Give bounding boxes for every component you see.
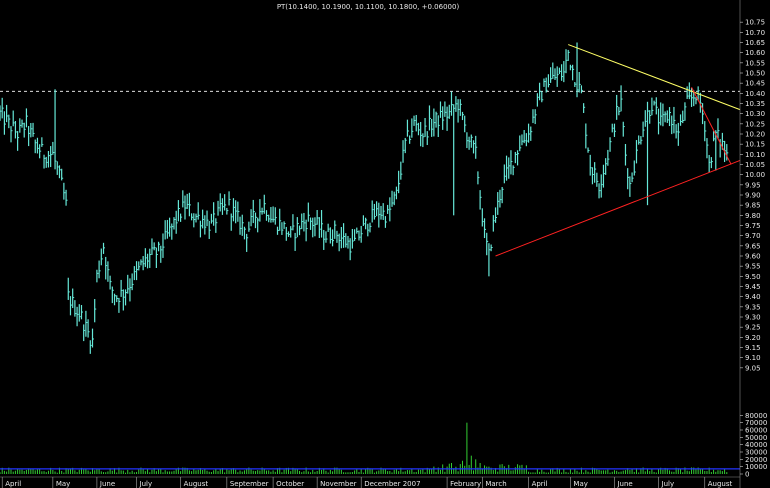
y-tick-label: 9.85	[745, 202, 761, 210]
price-volume-chart: PT(10.1400, 10.1900, 10.1100, 10.1800, +…	[0, 0, 770, 488]
volume-y-axis: 0100002000030000400005000060000700008000…	[740, 412, 767, 479]
x-tick-label: May	[573, 480, 587, 488]
y-tick-label: 9.10	[745, 354, 761, 362]
x-tick-label: May	[56, 480, 70, 488]
volume-tick-label: 60000	[745, 427, 767, 435]
volume-tick-label: 30000	[745, 449, 767, 457]
volume-tick-label: 70000	[745, 419, 767, 427]
y-tick-label: 10.20	[745, 131, 765, 139]
y-tick-label: 10.45	[745, 80, 765, 88]
chart-background	[0, 0, 770, 488]
y-tick-label: 10.30	[745, 110, 765, 118]
volume-tick-label: 20000	[745, 456, 767, 464]
y-tick-label: 10.70	[745, 29, 765, 37]
y-tick-label: 9.75	[745, 222, 761, 230]
y-tick-label: 9.25	[745, 324, 761, 332]
x-tick-label: July	[139, 480, 153, 488]
y-tick-label: 10.75	[745, 19, 765, 27]
y-tick-label: 9.90	[745, 192, 761, 200]
y-tick-label: 10.05	[745, 161, 765, 169]
y-tick-label: 10.00	[745, 171, 765, 179]
x-tick-label: March	[485, 480, 506, 488]
x-tick-label: June	[99, 480, 115, 488]
y-tick-label: 9.65	[745, 242, 761, 250]
x-tick-label: November	[320, 480, 357, 488]
volume-tick-label: 0	[745, 471, 749, 479]
y-tick-label: 9.30	[745, 314, 761, 322]
y-tick-label: 10.25	[745, 120, 765, 128]
y-tick-label: 9.80	[745, 212, 761, 220]
y-tick-label: 9.55	[745, 263, 761, 271]
y-tick-label: 9.05	[745, 364, 761, 372]
x-tick-label: June	[616, 480, 632, 488]
y-tick-label: 9.20	[745, 334, 761, 342]
chart-container: PT(10.1400, 10.1900, 10.1100, 10.1800, +…	[0, 0, 770, 488]
x-tick-label: September	[230, 480, 269, 488]
x-tick-label: August	[708, 480, 733, 488]
volume-tick-label: 80000	[745, 412, 767, 420]
y-tick-label: 9.40	[745, 293, 761, 301]
y-tick-label: 10.15	[745, 141, 765, 149]
y-tick-label: 10.10	[745, 151, 765, 159]
x-tick-label: December 2007	[364, 480, 420, 488]
y-tick-label: 10.35	[745, 100, 765, 108]
x-tick-label: April	[532, 480, 548, 488]
y-tick-label: 9.50	[745, 273, 761, 281]
x-tick-label: April	[5, 480, 21, 488]
y-tick-label: 9.35	[745, 303, 761, 311]
y-tick-label: 9.95	[745, 181, 761, 189]
volume-tick-label: 50000	[745, 434, 767, 442]
y-tick-label: 10.65	[745, 39, 765, 47]
volume-tick-label: 40000	[745, 441, 767, 449]
x-tick-label: August	[184, 480, 209, 488]
y-tick-label: 10.40	[745, 90, 765, 98]
x-tick-label: October	[276, 480, 304, 488]
y-tick-label: 10.55	[745, 59, 765, 67]
x-tick-label: July	[661, 480, 675, 488]
chart-title: PT(10.1400, 10.1900, 10.1100, 10.1800, +…	[277, 3, 460, 11]
y-tick-label: 9.45	[745, 283, 761, 291]
y-tick-label: 9.70	[745, 232, 761, 240]
y-tick-label: 10.60	[745, 49, 765, 57]
y-tick-label: 10.50	[745, 70, 765, 78]
y-tick-label: 9.60	[745, 253, 761, 261]
y-tick-label: 9.15	[745, 344, 761, 352]
x-tick-label: February	[450, 480, 481, 488]
volume-tick-label: 10000	[745, 463, 767, 471]
